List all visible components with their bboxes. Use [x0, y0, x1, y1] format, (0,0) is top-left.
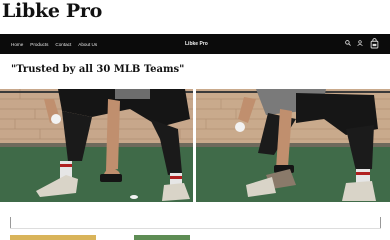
hero-photo-left [0, 89, 193, 202]
search-icon[interactable] [345, 40, 351, 46]
nav-link-home[interactable]: Home [11, 42, 23, 47]
account-icon[interactable] [357, 40, 363, 46]
main-nav: Home Products Contact About Us Libke Pro [0, 34, 390, 54]
section-divider [10, 228, 381, 229]
brand-bar: Libke Pro [0, 0, 390, 34]
nav-link-contact[interactable]: Contact [55, 42, 71, 47]
hero-photo-right [196, 89, 390, 202]
divider-tick-left [10, 217, 11, 228]
cart-icon[interactable] [370, 38, 379, 49]
divider-tick-right [380, 217, 381, 228]
nav-link-about-us[interactable]: About Us [78, 42, 97, 47]
hero-headline: "Trusted by all 30 MLB Teams" [11, 64, 185, 75]
nav-links: Home Products Contact About Us [11, 34, 97, 54]
nav-center-title[interactable]: Libke Pro [185, 34, 208, 54]
nav-link-products[interactable]: Products [30, 42, 48, 47]
product-thumbnail-2[interactable] [134, 235, 190, 240]
product-thumbnail-1[interactable] [10, 235, 96, 240]
brand-title[interactable]: Libke Pro [2, 0, 102, 22]
